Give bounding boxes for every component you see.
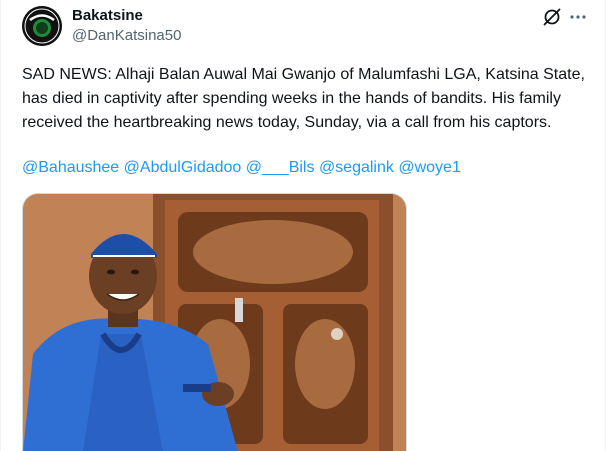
mention-link[interactable]: @AbdulGidadoo — [124, 159, 242, 176]
mention-link[interactable]: @Bahaushee — [22, 159, 119, 176]
mention-link[interactable]: @segalink — [319, 159, 394, 176]
author-name[interactable]: Bakatsine — [72, 7, 143, 24]
tweet-text: SAD NEWS: Alhaji Balan Auwal Mai Gwanjo … — [22, 66, 585, 131]
tweet-media-photo[interactable] — [22, 193, 407, 451]
avatar-logo-icon — [22, 6, 62, 46]
author-avatar[interactable] — [22, 6, 62, 46]
photo-image — [23, 194, 406, 451]
more-horizontal-icon[interactable] — [568, 7, 588, 27]
grok-icon[interactable] — [542, 7, 562, 27]
author-handle[interactable]: @DanKatsina50 — [72, 27, 181, 44]
tweet-mentions: @Bahaushee @AbdulGidadoo @___Bils @segal… — [22, 158, 592, 178]
mention-link[interactable]: @___Bils — [246, 159, 315, 176]
tweet-card[interactable]: Bakatsine @DanKatsina50 SAD NEWS: Alhaji… — [0, 0, 606, 451]
mention-link[interactable]: @woye1 — [398, 159, 461, 176]
